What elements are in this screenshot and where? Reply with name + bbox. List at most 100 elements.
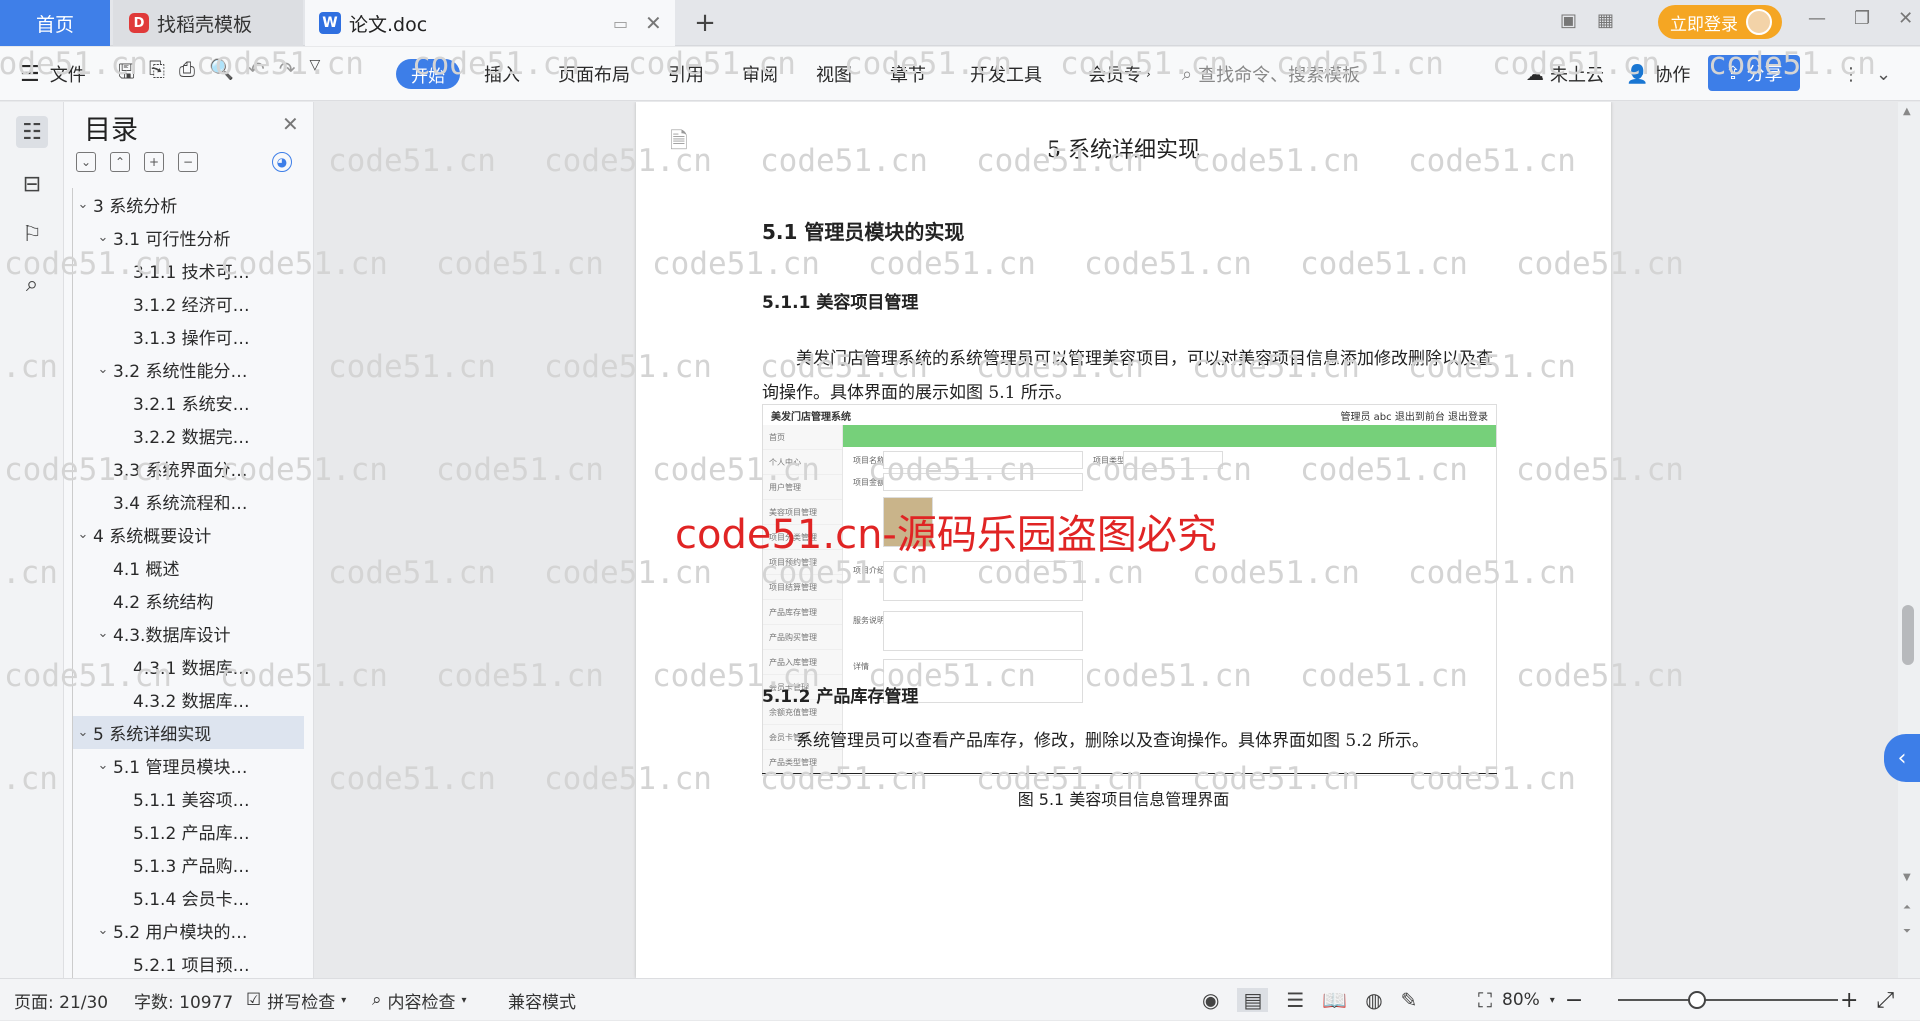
zoom-control[interactable]: ⛶ 80% ▾ − (1478, 979, 1583, 1021)
remove-level-icon[interactable]: − (178, 152, 198, 172)
tab-start[interactable]: 开始 (396, 59, 460, 89)
spell-check[interactable]: ☑ 拼写检查 ▾ (246, 979, 346, 1021)
zoom-out-icon[interactable]: − (1565, 988, 1583, 1013)
toc-item[interactable]: 5.1.3 产品购… (73, 848, 304, 881)
save-icon[interactable]: 🖫 (118, 57, 135, 91)
command-search[interactable]: ⌕ 查找命令、搜索模板 (1182, 47, 1360, 101)
toc-caret-icon[interactable]: ⌄ (93, 923, 113, 938)
find-icon[interactable]: ⌕ (16, 268, 48, 300)
next-page-icon[interactable]: ⏷ (1903, 926, 1911, 937)
toc-item[interactable]: 3.3 系统界面分… (73, 452, 304, 485)
toc-item[interactable]: 3.1.1 技术可… (73, 254, 304, 287)
tab-developer[interactable]: 开发工具 (970, 47, 1042, 101)
tab-chapter[interactable]: 章节 (890, 47, 926, 101)
toc-caret-icon[interactable]: ⌄ (73, 527, 93, 542)
toc-item[interactable]: 5.1.1 美容项… (73, 782, 304, 815)
collapse-icon[interactable]: ⌃ (110, 152, 130, 172)
tab-reference[interactable]: 引用 (668, 47, 704, 101)
scroll-down-icon[interactable]: ▼ (1903, 872, 1911, 883)
toc-caret-icon[interactable]: ⌄ (73, 197, 93, 212)
collab-button[interactable]: 👤 协作 (1626, 47, 1690, 101)
toc-item[interactable]: ⌄ 5.2 用户模块的… (73, 914, 304, 947)
add-level-icon[interactable]: + (144, 152, 164, 172)
toc-item[interactable]: 4.3.2 数据库… (73, 683, 304, 716)
share-button[interactable]: ⇪ 分享 (1708, 55, 1800, 91)
minimize-icon[interactable]: — (1808, 8, 1826, 29)
read-view-icon[interactable]: 📖 (1322, 988, 1347, 1012)
toc-item[interactable]: 3.4 系统流程和… (73, 485, 304, 518)
toc-caret-icon[interactable]: ⌄ (93, 626, 113, 641)
file-menu[interactable]: ☰ 文件 (20, 47, 86, 101)
toc-caret-icon[interactable]: ⌄ (73, 725, 93, 740)
zoom-slider[interactable] (1618, 999, 1838, 1001)
toc-item[interactable]: ⌄ 5 系统详细实现 (73, 716, 304, 749)
toc-caret-icon[interactable]: ⌄ (93, 758, 113, 773)
collapse-ribbon-icon[interactable]: ⌄ (1876, 64, 1891, 85)
layout-icon[interactable]: ▣ (1560, 10, 1577, 31)
login-button[interactable]: 立即登录 (1658, 5, 1782, 39)
scroll-thumb[interactable] (1902, 605, 1914, 665)
ai-toc-icon[interactable]: ◕ (272, 152, 292, 172)
scroll-up-icon[interactable]: ▲ (1903, 106, 1911, 117)
eye-protect-icon[interactable]: ◉ (1202, 988, 1219, 1012)
tab-template[interactable]: D 找稻壳模板 (113, 0, 303, 46)
web-view-icon[interactable]: ◍ (1365, 988, 1382, 1012)
export-icon[interactable]: ⎘ (149, 57, 165, 91)
more-dropdown-icon[interactable]: ▽ (309, 57, 320, 91)
fit-page-icon[interactable]: ⛶ (1478, 988, 1492, 1012)
toc-item[interactable]: 4.2 系统结构 (73, 584, 304, 617)
tab-home[interactable]: 首页 (0, 0, 110, 46)
toc-item[interactable]: 5.1.2 产品库… (73, 815, 304, 848)
toc-item[interactable]: ⌄ 4 系统概要设计 (73, 518, 304, 551)
side-expand-button[interactable]: ‹ (1884, 734, 1920, 782)
close-window-icon[interactable]: ✕ (1898, 8, 1913, 29)
toc-caret-icon[interactable]: ⌄ (93, 230, 113, 245)
tab-document[interactable]: W 论文.doc ▭ ✕ (305, 0, 675, 46)
content-check[interactable]: ⌕ 内容检查 ▾ (372, 979, 467, 1021)
word-count[interactable]: 字数: 10977 (134, 979, 233, 1021)
redo-icon[interactable]: ↷ (279, 57, 296, 91)
toc-item[interactable]: 4.3.1 数据库… (73, 650, 304, 683)
print-icon[interactable]: ⎙ (179, 57, 195, 91)
fullscreen-icon[interactable]: ⤢ (1876, 988, 1894, 1013)
toc-item[interactable]: 3.2.2 数据完… (73, 419, 304, 452)
restore-icon[interactable]: ❐ (1854, 8, 1870, 29)
toc-item[interactable]: ⌄ 5.1 管理员模块… (73, 749, 304, 782)
cloud-status[interactable]: ☁ 未上云 (1526, 47, 1604, 101)
toc-item[interactable]: ⌄ 4.3.数据库设计 (73, 617, 304, 650)
toc-item[interactable]: ⌄ 3 系统分析 (73, 188, 304, 221)
more-icon[interactable]: ⋮ (1842, 64, 1860, 85)
toc-item[interactable]: 3.1.2 经济可… (73, 287, 304, 320)
toc-panel-icon[interactable]: ☷ (16, 116, 48, 148)
expand-icon[interactable]: ⌄ (76, 152, 96, 172)
new-tab-button[interactable]: + (690, 0, 720, 46)
undo-icon[interactable]: ↶ (248, 57, 265, 91)
navigation-icon[interactable]: ⊟ (16, 168, 48, 200)
outline-view-icon[interactable]: ☰ (1286, 988, 1304, 1012)
toc-caret-icon[interactable]: ⌄ (93, 362, 113, 377)
search-input[interactable]: 查找命令、搜索模板 (1198, 61, 1360, 87)
page-view-icon[interactable]: ▤ (1237, 988, 1269, 1012)
toc-item[interactable]: 5.1.4 会员卡… (73, 881, 304, 914)
toc-item[interactable]: ⌄ 3.2 系统性能分… (73, 353, 304, 386)
vertical-scrollbar[interactable]: ▲ ▼ ⏶ ⏷ (1898, 102, 1920, 978)
zoom-in-icon[interactable]: + (1840, 988, 1858, 1013)
prev-page-icon[interactable]: ⏶ (1903, 902, 1911, 913)
toc-item[interactable]: ⌄ 3.1 可行性分析 (73, 221, 304, 254)
toc-item[interactable]: 4.1 概述 (73, 551, 304, 584)
tab-close-icon[interactable]: ✕ (645, 11, 662, 35)
apps-grid-icon[interactable]: ▦ (1597, 10, 1614, 31)
close-icon[interactable]: ✕ (282, 112, 299, 136)
window-float-icon[interactable]: ▭ (613, 14, 628, 33)
tab-member[interactable]: 会员专 › (1088, 47, 1151, 101)
bookmark-icon[interactable]: ⚐ (16, 218, 48, 250)
tab-view[interactable]: 视图 (816, 47, 852, 101)
tab-layout[interactable]: 页面布局 (558, 47, 630, 101)
tab-insert[interactable]: 插入 (484, 47, 520, 101)
preview-icon[interactable]: 🔍 (209, 57, 234, 91)
toc-item[interactable]: 3.1.3 操作可… (73, 320, 304, 353)
toc-item[interactable]: 3.2.1 系统安… (73, 386, 304, 419)
page-indicator[interactable]: 页面: 21/30 (14, 979, 108, 1021)
toc-item[interactable]: 5.2.1 项目预… (73, 947, 304, 978)
tab-review[interactable]: 审阅 (742, 47, 778, 101)
